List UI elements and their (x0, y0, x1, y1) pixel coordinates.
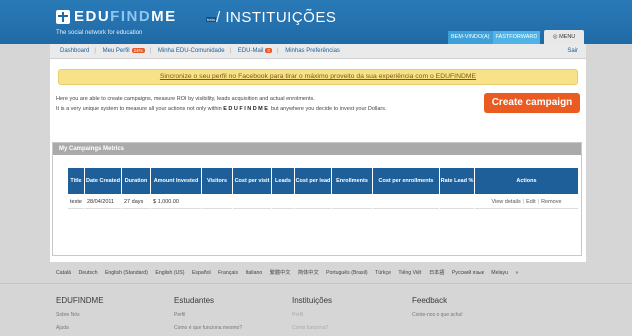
footer-link-sobre[interactable]: Sobre Nós (56, 312, 104, 318)
col-amount: Amount Invested (151, 168, 201, 194)
site-header: EDUFINDME beta / INSTITUIÇÕES The social… (0, 0, 632, 44)
footer-link-como-funciona[interactable]: Como é que funciona mesmo? (174, 325, 242, 331)
footer-col-estudantes: Estudantes Perfil Como é que funciona me… (174, 296, 242, 331)
col-cost-lead: Cost per lead (295, 168, 331, 194)
cell-enrollments (332, 195, 372, 209)
page-title: / INSTITUIÇÕES (216, 9, 337, 26)
col-actions: Actions (475, 168, 578, 194)
footer-link-ajuda[interactable]: Ajuda (56, 325, 104, 331)
mail-count-badge: 0 (265, 48, 272, 53)
language-selector: Català Deutsch English (Standard) Englis… (56, 269, 524, 276)
footer-divider (0, 283, 632, 284)
remove-link[interactable]: Remove (541, 199, 561, 205)
logout-link[interactable]: Sair (567, 48, 578, 54)
create-campaign-button[interactable]: Create campaign (484, 93, 580, 113)
nav-dashboard[interactable]: Dashboard (60, 48, 89, 54)
lang-de[interactable]: Deutsch (78, 270, 97, 276)
footer-heading: Estudantes (174, 296, 215, 305)
metrics-table: Title Date Created Duration Amount Inves… (67, 167, 579, 210)
col-visitors: Visitors (202, 168, 232, 194)
main-content: Dashboard | Meu Perfil 24% | Minha EDU-Comu… (50, 44, 586, 262)
footer-col-edufindme: EDUFINDME Sobre Nós Ajuda (56, 296, 104, 331)
cell-actions: View details | Edit | Remove (475, 195, 578, 209)
lang-en-gb[interactable]: English (Standard) (105, 270, 148, 276)
beta-badge: beta (206, 17, 216, 22)
col-title: Title (68, 168, 84, 194)
edit-link[interactable]: Edit (526, 199, 535, 205)
cell-leads (272, 195, 294, 209)
menu-button[interactable]: ◎ MENU (544, 30, 584, 44)
col-date: Date Created (85, 168, 121, 194)
lang-vi[interactable]: Tiếng Việt (398, 270, 421, 276)
lang-tr[interactable]: Türkçe (375, 270, 391, 276)
footer: EDUFINDME Sobre Nós Ajuda Estudantes Per… (56, 296, 596, 336)
more-languages-icon[interactable]: » (515, 270, 518, 276)
cell-visitors (202, 195, 232, 209)
footer-col-instituicoes: Instituições Perfil Como funciona? (292, 296, 332, 331)
footer-heading: EDUFINDME (56, 296, 104, 305)
footer-col-feedback: Feedback Conte-nos o que acha! (412, 296, 463, 318)
col-cost-visit: Cost per visit (233, 168, 271, 194)
cell-amount: $ 1,000.00 (151, 195, 201, 209)
lang-zh-cn[interactable]: 简体中文 (298, 269, 319, 276)
footer-link-perfil[interactable]: Perfil (292, 312, 332, 318)
top-nav: Dashboard | Meu Perfil 24% | Minha EDU-Comu… (50, 44, 586, 59)
lang-ja[interactable]: 日本語 (429, 269, 445, 276)
username[interactable]: FASTFORWARD (492, 31, 541, 44)
lang-it[interactable]: Italiano (246, 270, 263, 276)
nav-comunidade[interactable]: Minha EDU-Comunidade (158, 48, 225, 54)
panel-title: My Campaings Metrics (53, 143, 581, 155)
footer-link-como-funciona[interactable]: Como funciona? (292, 325, 332, 331)
lang-pt-br[interactable]: Português (Brasil) (326, 270, 368, 276)
col-rate-lead: Rate Lead % (440, 168, 474, 194)
nav-meu-perfil[interactable]: Meu Perfil 24% (103, 48, 145, 54)
lang-ru[interactable]: Русский язык (452, 270, 484, 276)
cell-cost-enroll (373, 195, 439, 209)
table-row: teste 28/04/2011 27 days $ 1,000.00 View… (68, 195, 578, 209)
nav-preferencias[interactable]: Minhas Preferências (285, 48, 340, 54)
cell-cost-lead (295, 195, 331, 209)
view-details-link[interactable]: View details (491, 199, 520, 205)
intro-text-2: It is a very unique system to measure al… (56, 106, 387, 112)
footer-heading: Feedback (412, 296, 448, 305)
campaign-metrics-panel: My Campaings Metrics Title Date Created … (52, 142, 582, 256)
col-cost-enrollments: Cost per enrollments (373, 168, 439, 194)
lang-fr[interactable]: Français (218, 270, 238, 276)
lang-ca[interactable]: Català (56, 270, 71, 276)
lang-es[interactable]: Español (192, 270, 211, 276)
welcome-user[interactable]: BEM-VINDO(A) FASTFORWARD (448, 31, 541, 44)
footer-link-perfil[interactable]: Perfil (174, 312, 242, 318)
lang-en-us[interactable]: English (US) (155, 270, 184, 276)
welcome-label: BEM-VINDO(A) (448, 31, 493, 44)
footer-link-feedback[interactable]: Conte-nos o que acha! (412, 312, 463, 318)
nav-edu-mail[interactable]: EDU-Mail 0 (238, 48, 272, 54)
cell-title: teste (68, 195, 84, 209)
logo-plus-icon (56, 10, 70, 24)
brand-inline: EDUFINDME (223, 106, 270, 112)
profile-completion-badge: 24% (131, 48, 145, 53)
col-enrollments: Enrollments (332, 168, 372, 194)
cell-rate (440, 195, 474, 209)
intro-text: Here you are able to create campaigns, m… (56, 96, 315, 102)
cell-date: 28/04/2011 (85, 195, 121, 209)
col-leads: Leads (272, 168, 294, 194)
col-duration: Duration (122, 168, 150, 194)
cell-duration: 27 days (122, 195, 150, 209)
lang-ms[interactable]: Melayu (491, 270, 508, 276)
lang-zh-tw[interactable]: 繁體中文 (270, 269, 291, 276)
footer-heading: Instituições (292, 296, 333, 305)
logo-wordmark: EDUFINDME (74, 8, 177, 25)
tagline: The social network for education (56, 30, 143, 36)
facebook-sync-link[interactable]: Sincronize o seu perfil no Facebook para… (58, 69, 578, 85)
cell-cost-visit (233, 195, 271, 209)
